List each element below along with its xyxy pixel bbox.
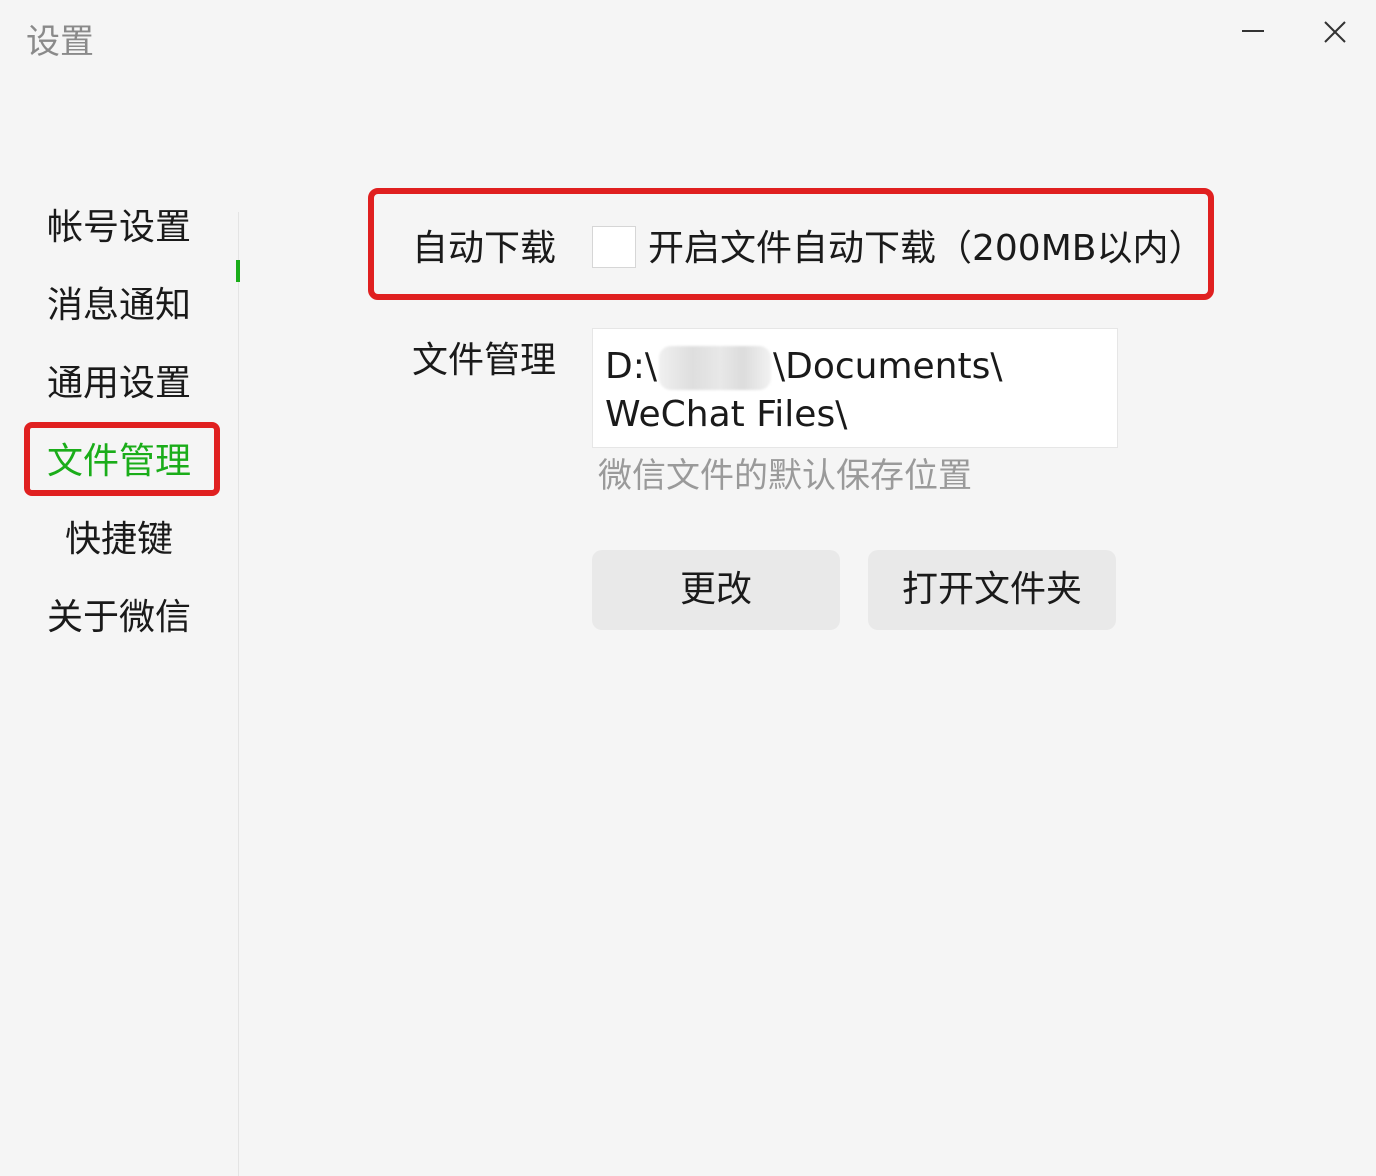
file-path-display: D:\ \Documents\ WeChat Files\: [592, 328, 1118, 448]
sidebar-divider: [238, 212, 239, 1176]
sidebar-item-about-wechat[interactable]: 关于微信: [0, 588, 238, 648]
settings-sidebar: 帐号设置 消息通知 通用设置 文件管理 快捷键 关于微信: [0, 190, 238, 1176]
sidebar-item-shortcuts[interactable]: 快捷键: [0, 510, 238, 570]
file-path-drive: D:\: [605, 346, 657, 387]
redacted-username: [658, 346, 771, 390]
file-management-label: 文件管理: [412, 340, 557, 381]
close-icon: [1324, 21, 1346, 43]
minimize-icon: [1242, 30, 1264, 32]
active-tab-indicator: [236, 260, 240, 282]
change-location-button[interactable]: 更改: [592, 550, 840, 630]
annotation-highlight-box: [24, 422, 220, 496]
file-path-hint: 微信文件的默认保存位置: [598, 456, 972, 496]
sidebar-item-account-settings[interactable]: 帐号设置: [0, 198, 238, 258]
open-folder-button[interactable]: 打开文件夹: [868, 550, 1116, 630]
window-title: 设置: [26, 22, 94, 62]
settings-window: 设置 帐号设置 消息通知 通用设置 文件管理 快捷键 关于微信 自动下载 开启文…: [0, 0, 1376, 1176]
close-button[interactable]: [1310, 10, 1360, 54]
sidebar-item-general-settings[interactable]: 通用设置: [0, 354, 238, 414]
auto-download-label: 自动下载: [412, 228, 557, 269]
sidebar-item-message-notifications[interactable]: 消息通知: [0, 276, 238, 336]
auto-download-checkbox[interactable]: [592, 226, 636, 268]
file-path-documents: \Documents\: [772, 346, 1003, 387]
auto-download-option-text[interactable]: 开启文件自动下载（200MB以内）: [648, 224, 1204, 274]
file-path-line-1: D:\ \Documents\: [605, 343, 1105, 391]
file-path-line-2: WeChat Files\: [605, 394, 848, 435]
minimize-button[interactable]: [1228, 10, 1278, 54]
